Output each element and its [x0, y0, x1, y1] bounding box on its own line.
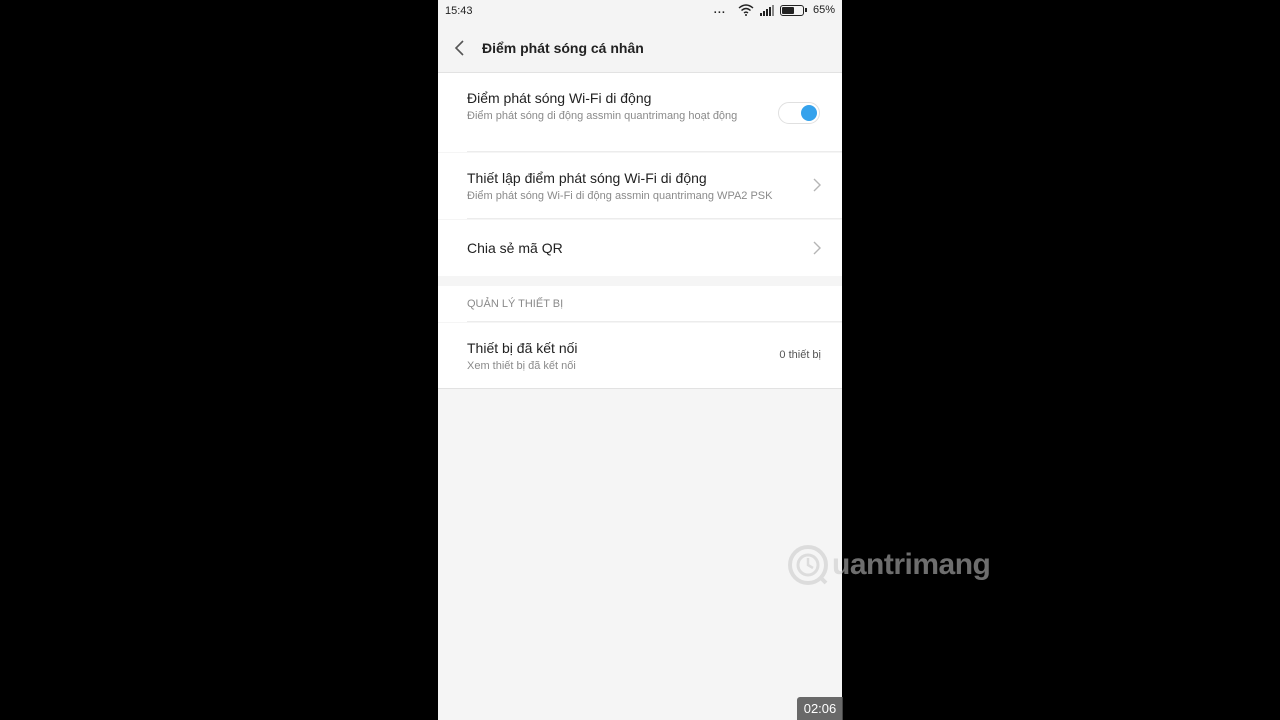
- hotspot-subtitle: Điểm phát sóng di động assmin quantriman…: [467, 110, 738, 122]
- phone-screen: 15:43 ... 65% Điểm phát sóng cá nhân Điể…: [438, 0, 842, 720]
- connected-count: 0 thiết bị: [779, 349, 821, 361]
- section-header-text: QUẢN LÝ THIẾT BỊ: [467, 298, 564, 310]
- hotspot-label: Điểm phát sóng Wi-Fi di động: [467, 90, 652, 106]
- setup-subtitle: Điểm phát sóng Wi-Fi di động assmin quan…: [467, 190, 773, 202]
- hotspot-setup-row[interactable]: Thiết lập điểm phát sóng Wi-Fi di động Đ…: [438, 153, 842, 219]
- section-header-devices: QUẢN LÝ THIẾT BỊ: [438, 286, 842, 322]
- section-gap: [438, 276, 842, 286]
- quantrimang-logo-icon: [788, 545, 828, 585]
- battery-icon: [779, 4, 807, 16]
- switch-knob: [801, 105, 817, 121]
- video-timestamp: 02:06: [797, 697, 843, 720]
- hotspot-toggle-row[interactable]: Điểm phát sóng Wi-Fi di động Điểm phát s…: [438, 73, 842, 152]
- divider: [467, 218, 842, 219]
- connected-label: Thiết bị đã kết nối: [467, 340, 578, 356]
- page-title: Điểm phát sóng cá nhân: [482, 40, 644, 56]
- share-qr-label: Chia sẻ mã QR: [467, 240, 563, 256]
- more-dots: ...: [713, 4, 726, 16]
- wifi-icon: [738, 4, 754, 16]
- signal-icon: [759, 4, 774, 16]
- status-time: 15:43: [445, 5, 473, 17]
- watermark: uantrimang: [786, 541, 991, 589]
- setup-label: Thiết lập điểm phát sóng Wi-Fi di động: [467, 170, 707, 186]
- chevron-right-icon: [813, 241, 821, 255]
- app-bar: Điểm phát sóng cá nhân: [438, 24, 842, 73]
- divider: [467, 151, 842, 152]
- status-bar: 15:43 ... 65%: [438, 0, 842, 24]
- watermark-text: uantrimang: [832, 548, 991, 581]
- status-icons: ... 65%: [714, 4, 835, 16]
- connected-devices-row[interactable]: Thiết bị đã kết nối Xem thiết bị đã kết …: [438, 323, 842, 389]
- chevron-right-icon: [813, 178, 821, 192]
- battery-percent: 65%: [812, 4, 835, 16]
- divider: [467, 321, 842, 322]
- chevron-left-icon[interactable]: [452, 38, 468, 58]
- connected-subtitle: Xem thiết bị đã kết nối: [467, 360, 576, 372]
- hotspot-switch[interactable]: [778, 102, 820, 124]
- share-qr-row[interactable]: Chia sẻ mã QR: [438, 220, 842, 276]
